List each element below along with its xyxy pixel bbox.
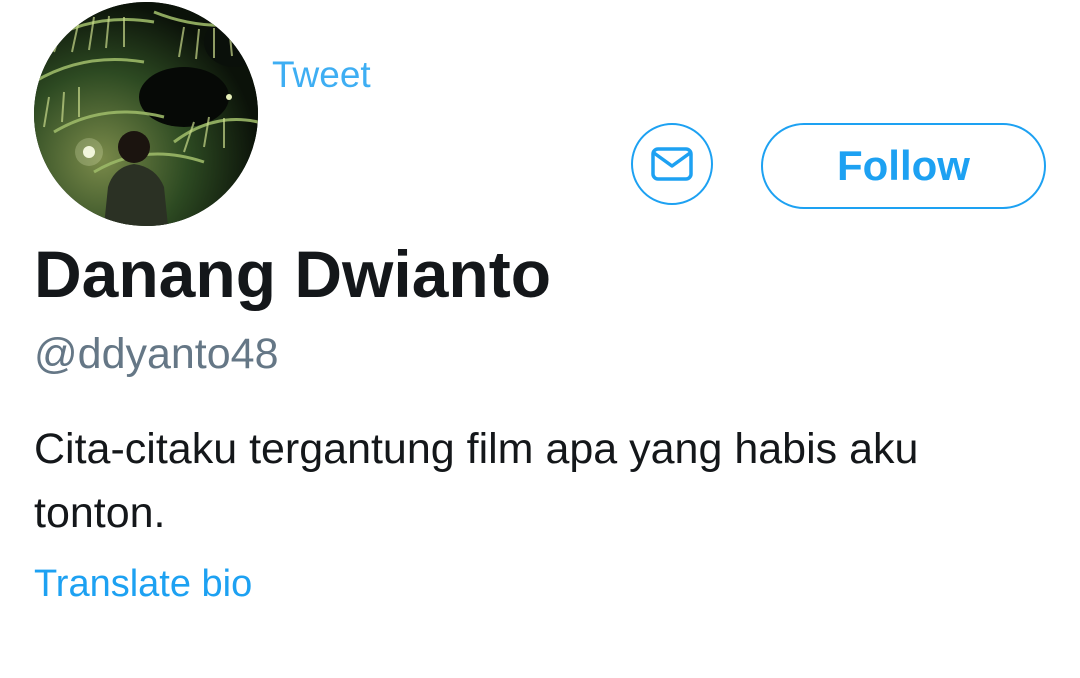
translate-bio-link[interactable]: Translate bio <box>34 563 252 606</box>
profile-handle: @ddyanto48 <box>34 330 279 378</box>
follow-button[interactable]: Follow <box>761 123 1046 209</box>
follow-button-label: Follow <box>837 142 970 189</box>
message-button[interactable] <box>631 123 713 205</box>
profile-bio: Cita-citaku tergantung film apa yang hab… <box>34 425 919 537</box>
profile-display-name: Danang Dwianto <box>34 237 552 311</box>
profile-avatar[interactable] <box>34 2 258 226</box>
avatar-photo-image <box>34 2 258 226</box>
envelope-icon <box>651 147 693 181</box>
tweet-label[interactable]: Tweet <box>272 54 371 96</box>
